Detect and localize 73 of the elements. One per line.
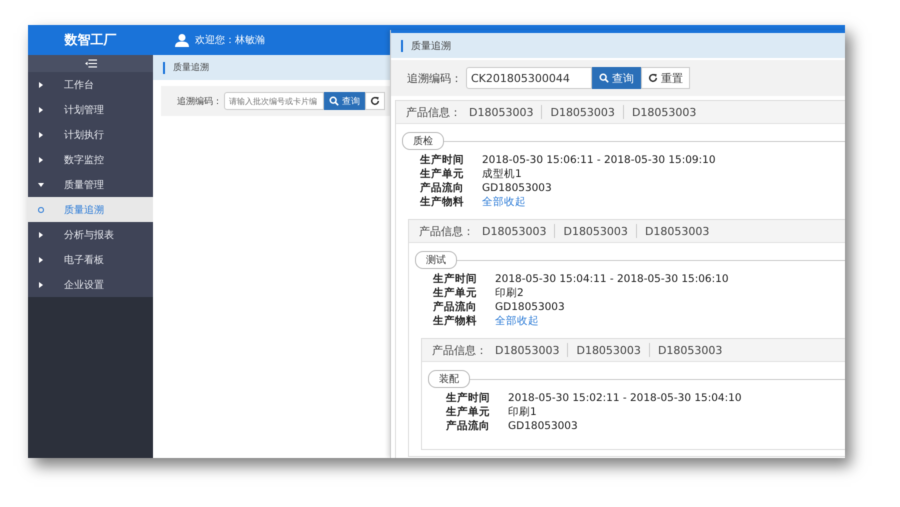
product-code: D18053003: [632, 106, 696, 118]
sidebar-item[interactable]: 工作台: [28, 72, 153, 97]
product-code: D18053003: [644, 224, 710, 238]
breadcrumb-text: 质量追溯: [173, 62, 209, 74]
sidebar-item[interactable]: 质量追溯: [28, 197, 153, 222]
panel-title: 质量追溯: [411, 40, 451, 52]
product-code: D18053003: [658, 344, 722, 356]
product-info-label: 产品信息：: [406, 104, 461, 120]
caret-right-icon: [38, 232, 44, 238]
field-label: 生产单元: [433, 286, 478, 300]
user-icon: [175, 33, 189, 47]
sidebar-item[interactable]: 计划管理: [28, 97, 153, 122]
caret-right-icon: [38, 282, 44, 288]
product-code: D18053003: [495, 344, 560, 356]
reset-button[interactable]: 重置: [641, 67, 690, 89]
sidebar-item[interactable]: 计划执行: [28, 122, 153, 147]
product-info-label: 产品信息：: [419, 224, 474, 238]
caret-right-icon: [38, 132, 44, 138]
field-value: 2018-05-30 15:02:11 - 2018-05-30 15:04:10: [508, 391, 742, 405]
search-field[interactable]: 请输入批次编号或卡片编: [224, 92, 324, 110]
welcome-text: 欢迎您：林敏瀚: [195, 34, 265, 47]
caret-down-icon: [38, 182, 44, 188]
field-label: 产品流向: [446, 419, 491, 433]
search-label: 追溯编码：: [407, 70, 462, 86]
field-value: 印刷1: [508, 405, 538, 419]
field-value: 成型机1: [482, 167, 523, 181]
field-label: 产品流向: [433, 300, 478, 314]
field-label: 生产时间: [420, 153, 465, 167]
field-label: 生产单元: [446, 405, 491, 419]
sidebar-item[interactable]: 分析与报表: [28, 222, 153, 247]
search-field[interactable]: CK201805300044: [466, 67, 592, 89]
menu-icon: [84, 59, 96, 68]
sidebar-item[interactable]: 数字监控: [28, 147, 153, 172]
search-button[interactable]: 查询: [592, 67, 641, 89]
field-value: GD18053003: [482, 181, 553, 195]
collapse-all-link[interactable]: 全部收起: [482, 195, 716, 209]
caret-right-icon: [38, 156, 44, 162]
field-label: 生产时间: [433, 272, 478, 286]
caret-right-icon: [38, 106, 44, 112]
app-title: 数智工厂: [63, 32, 118, 49]
product-code: D18053003: [469, 106, 534, 118]
collapse-all-link[interactable]: 全部收起: [495, 314, 728, 328]
menu-toggle[interactable]: [28, 55, 153, 72]
field-label: 生产物料: [420, 195, 465, 209]
caret-right-icon: [38, 82, 44, 88]
product-code: D18053003: [576, 344, 641, 356]
sidebar-item[interactable]: 企业设置: [28, 272, 153, 297]
refresh-icon: [370, 96, 380, 106]
field-label: 生产单元: [420, 167, 465, 181]
field-value: GD18053003: [508, 419, 579, 433]
field-value: GD18053003: [495, 300, 566, 314]
search-icon: [599, 73, 609, 83]
field-value: 2018-05-30 15:04:11 - 2018-05-30 15:06:10: [495, 272, 728, 286]
product-code: D18053003: [563, 224, 628, 238]
field-label: 生产时间: [446, 391, 491, 405]
product-info-label: 产品信息：: [432, 342, 487, 358]
search-label: 追溯编码：: [177, 96, 222, 108]
product-code: D18053003: [550, 106, 615, 118]
sidebar-item[interactable]: 质量管理: [28, 172, 153, 197]
reset-button[interactable]: [365, 92, 385, 110]
stage-tag: 质检: [402, 132, 444, 150]
field-value: 印刷2: [495, 286, 525, 300]
product-code: D18053003: [482, 224, 546, 238]
field-label: 生产物料: [433, 314, 478, 328]
search-button[interactable]: 查询: [324, 92, 365, 110]
search-icon: [329, 96, 339, 106]
stage-tag: 装配: [428, 370, 470, 388]
sidebar-item[interactable]: 电子看板: [28, 247, 153, 272]
stage-tag: 测试: [415, 251, 457, 269]
refresh-icon: [648, 73, 658, 83]
field-label: 产品流向: [420, 181, 465, 195]
caret-right-icon: [38, 256, 44, 262]
field-value: 2018-05-30 15:06:11 - 2018-05-30 15:09:10: [482, 153, 716, 167]
